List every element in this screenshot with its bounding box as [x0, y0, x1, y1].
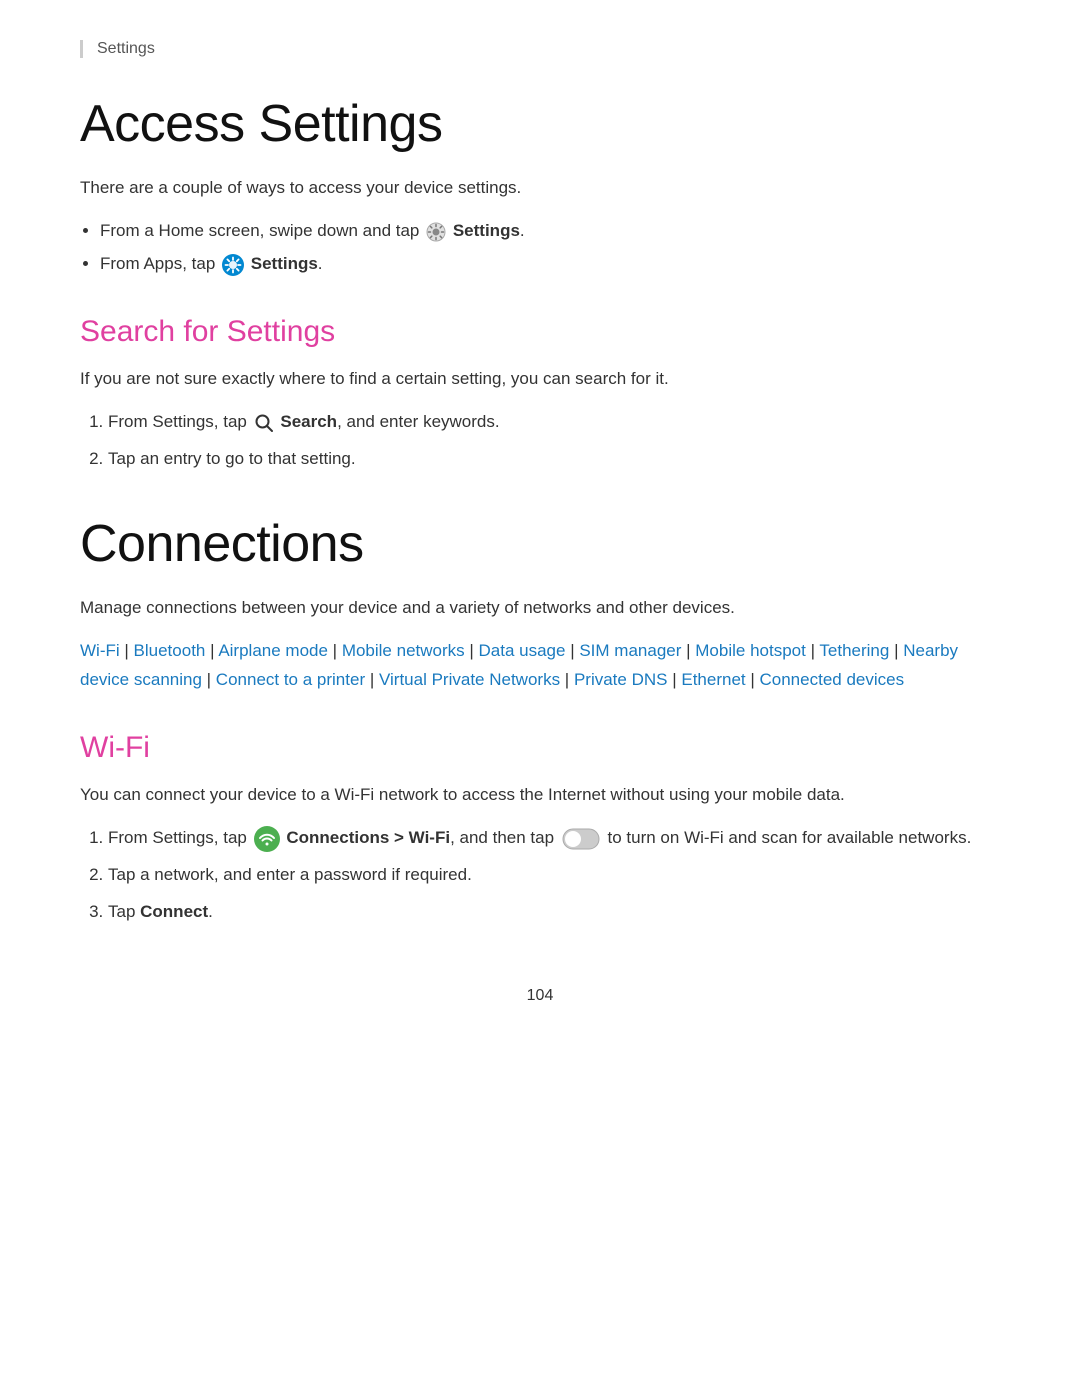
wifi-steps: From Settings, tap Connections > Wi-Fi, …	[108, 824, 1000, 927]
wifi-step-1-bold: Connections > Wi-Fi	[286, 828, 450, 847]
link-private-dns[interactable]: Private DNS	[574, 670, 668, 689]
gear-apps-icon	[222, 254, 244, 276]
search-icon	[254, 413, 274, 433]
wifi-step-3: Tap Connect.	[108, 898, 1000, 927]
link-data-usage[interactable]: Data usage	[479, 641, 566, 660]
search-for-settings-heading: Search for Settings	[80, 315, 1000, 349]
link-vpn[interactable]: Virtual Private Networks	[379, 670, 560, 689]
link-tethering[interactable]: Tethering	[819, 641, 889, 660]
bullet-home: From a Home screen, swipe down and tap S…	[100, 217, 1000, 246]
link-connected-devices[interactable]: Connected devices	[760, 670, 905, 689]
breadcrumb: Settings	[80, 40, 1000, 58]
connections-intro: Manage connections between your device a…	[80, 594, 1000, 621]
page-number: 104	[80, 987, 1000, 1005]
link-mobile-hotspot[interactable]: Mobile hotspot	[695, 641, 806, 660]
bullet-home-bold: Settings	[453, 221, 520, 240]
search-step-1: From Settings, tap Search, and enter key…	[108, 408, 1000, 437]
connections-link-list: Wi-Fi | Bluetooth | Airplane mode | Mobi…	[80, 637, 1000, 695]
bullet-apps: From Apps, tap Settings.	[100, 250, 1000, 279]
link-airplane-mode[interactable]: Airplane mode	[218, 641, 328, 660]
link-wifi[interactable]: Wi-Fi	[80, 641, 120, 660]
link-connect-to-printer[interactable]: Connect to a printer	[216, 670, 365, 689]
bullet-home-text-before: From a Home screen, swipe down and tap	[100, 221, 424, 240]
wifi-heading: Wi-Fi	[80, 731, 1000, 765]
gear-home-icon	[426, 222, 446, 242]
wifi-step-2: Tap a network, and enter a password if r…	[108, 861, 1000, 890]
link-bluetooth[interactable]: Bluetooth	[134, 641, 206, 660]
link-sim-manager[interactable]: SIM manager	[579, 641, 681, 660]
toggle-switch-icon	[562, 828, 600, 850]
wifi-intro: You can connect your device to a Wi-Fi n…	[80, 781, 1000, 808]
breadcrumb-label: Settings	[97, 40, 155, 57]
wifi-step-1: From Settings, tap Connections > Wi-Fi, …	[108, 824, 1000, 853]
search-bold: Search	[280, 412, 337, 431]
link-ethernet[interactable]: Ethernet	[681, 670, 745, 689]
bullet-apps-text-before: From Apps, tap	[100, 254, 220, 273]
connections-title: Connections	[80, 514, 1000, 574]
access-settings-intro: There are a couple of ways to access you…	[80, 174, 1000, 201]
wifi-connections-icon	[254, 826, 280, 852]
search-for-settings-intro: If you are not sure exactly where to fin…	[80, 365, 1000, 392]
bullet-apps-bold: Settings	[251, 254, 318, 273]
access-settings-bullets: From a Home screen, swipe down and tap S…	[100, 217, 1000, 279]
search-step-2: Tap an entry to go to that setting.	[108, 445, 1000, 474]
access-settings-title: Access Settings	[80, 94, 1000, 154]
search-steps: From Settings, tap Search, and enter key…	[108, 408, 1000, 474]
link-mobile-networks[interactable]: Mobile networks	[342, 641, 465, 660]
